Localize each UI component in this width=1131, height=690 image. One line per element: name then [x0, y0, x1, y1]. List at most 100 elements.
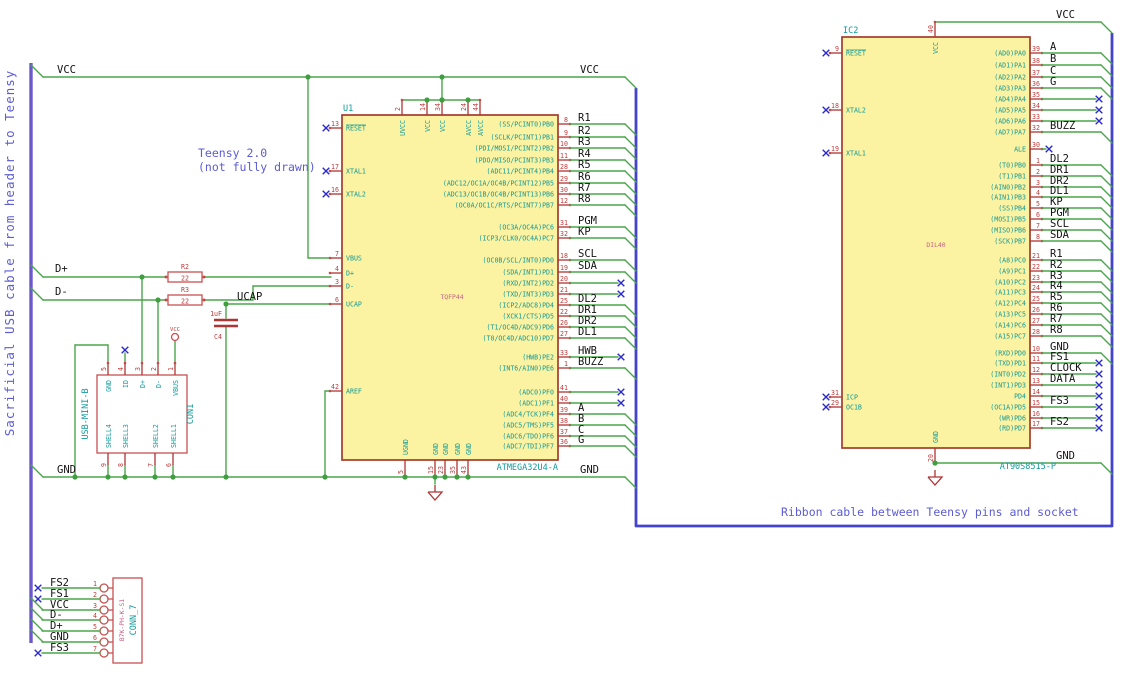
net-label-A[interactable]: A — [1050, 41, 1057, 53]
net-label-R3[interactable]: R3 — [578, 136, 591, 148]
bus-entry[interactable] — [1100, 164, 1113, 177]
net-label-R5[interactable]: R5 — [578, 159, 591, 171]
bus-entry[interactable] — [624, 226, 637, 239]
bus-entry[interactable] — [1100, 64, 1113, 77]
wire[interactable] — [30, 64, 44, 78]
bus-entry[interactable] — [1100, 313, 1113, 326]
wire[interactable] — [1100, 21, 1113, 34]
net-label-SDA[interactable]: SDA — [1050, 229, 1070, 241]
bus-entry[interactable] — [624, 136, 637, 149]
teensy-note[interactable]: Teensy 2.0 — [198, 146, 267, 160]
bus-entry[interactable] — [624, 367, 637, 380]
net-label-VCC[interactable]: VCC — [57, 64, 76, 76]
net-label-KP[interactable]: KP — [578, 226, 591, 238]
bus-entry[interactable] — [1100, 229, 1113, 242]
conn7-ref[interactable]: CONN_7 — [129, 605, 139, 636]
net-label-UCAP[interactable]: UCAP — [237, 291, 262, 303]
net-label-VCC[interactable]: VCC — [1056, 9, 1075, 21]
wire[interactable] — [1100, 462, 1113, 475]
net-label-GND[interactable]: GND — [1056, 450, 1075, 462]
u1-value[interactable]: ATMEGA32U4-A — [497, 463, 558, 473]
net-label-FS3[interactable]: FS3 — [50, 642, 69, 654]
con1-value[interactable]: USB-MINI-B — [81, 388, 91, 439]
net-label-D-[interactable]: D- — [55, 286, 68, 298]
wire[interactable] — [30, 464, 44, 478]
bus-entry[interactable] — [30, 618, 44, 632]
net-label-G[interactable]: G — [578, 434, 584, 446]
u1-ref[interactable]: U1 — [343, 104, 353, 114]
bus-entry[interactable] — [1100, 281, 1113, 294]
bus-entry[interactable] — [1100, 218, 1113, 231]
bus-entry[interactable] — [1100, 131, 1113, 144]
net-label-BUZZ[interactable]: BUZZ — [578, 356, 603, 368]
bus-entry[interactable] — [1100, 175, 1113, 188]
u1-footprint[interactable]: TQFP44 — [440, 293, 463, 301]
bus-entry[interactable] — [1100, 76, 1113, 89]
bus-entry[interactable] — [624, 304, 637, 317]
wire[interactable] — [624, 76, 637, 89]
bus-entry[interactable] — [624, 204, 637, 217]
bus-entry[interactable] — [624, 271, 637, 284]
r2-value[interactable]: 22 — [181, 275, 189, 283]
wire[interactable] — [30, 264, 44, 278]
bus-entry[interactable] — [1100, 52, 1113, 65]
bus-entry[interactable] — [1100, 352, 1113, 365]
ribbon-note[interactable]: Ribbon cable between Teensy pins and soc… — [781, 505, 1079, 519]
bus-entry[interactable] — [624, 193, 637, 206]
ic2-value[interactable]: AT90S8515-P — [1000, 462, 1056, 472]
net-label-SCL[interactable]: SCL — [578, 248, 597, 260]
bus-entry[interactable] — [1100, 270, 1113, 283]
bus-entry[interactable] — [624, 337, 637, 350]
net-label-GND[interactable]: GND — [57, 464, 76, 476]
net-label-G[interactable]: G — [1050, 76, 1056, 88]
bus-entry[interactable] — [624, 147, 637, 160]
bus-entry[interactable] — [624, 326, 637, 339]
usb-cable-note[interactable]: Sacrificial USB cable from header to Tee… — [2, 70, 17, 437]
bus-entry[interactable] — [624, 170, 637, 183]
net-label-SDA[interactable]: SDA — [578, 260, 598, 272]
bus-entry[interactable] — [1100, 240, 1113, 253]
net-label-FS3[interactable]: FS3 — [1050, 395, 1069, 407]
r2-ref[interactable]: R2 — [181, 263, 189, 271]
bus-entry[interactable] — [30, 607, 44, 621]
bus-entry[interactable] — [1100, 259, 1113, 272]
bus-entry[interactable] — [1100, 196, 1113, 209]
bus-entry[interactable] — [624, 315, 637, 328]
c4-value[interactable]: 1uF — [210, 310, 222, 318]
net-label-D+[interactable]: D+ — [55, 263, 68, 275]
net-label-B[interactable]: B — [1050, 53, 1056, 65]
net-label-DATA[interactable]: DATA — [1050, 373, 1076, 385]
teensy-note[interactable]: (not fully drawn) — [198, 160, 316, 174]
c4-ref[interactable]: C4 — [214, 333, 222, 341]
net-label-GND[interactable]: GND — [580, 464, 599, 476]
bus-entry[interactable] — [624, 445, 637, 458]
ic2-footprint[interactable]: DIL40 — [926, 241, 945, 249]
bus-entry[interactable] — [1100, 87, 1113, 100]
bus-entry[interactable] — [1100, 324, 1113, 337]
bus-entry[interactable] — [30, 629, 44, 643]
net-label-FS2[interactable]: FS2 — [1050, 416, 1069, 428]
bus-entry[interactable] — [624, 259, 637, 272]
bus-entry[interactable] — [624, 159, 637, 172]
r3-ref[interactable]: R3 — [181, 286, 189, 294]
bus-entry[interactable] — [1100, 302, 1113, 315]
net-label-R8[interactable]: R8 — [578, 193, 591, 205]
net-label-BUZZ[interactable]: BUZZ — [1050, 120, 1075, 132]
net-label-R8[interactable]: R8 — [1050, 324, 1063, 336]
bus-entry[interactable] — [624, 424, 637, 437]
con1-ref[interactable]: CON1 — [186, 404, 196, 424]
bus-entry[interactable] — [1100, 207, 1113, 220]
bus-entry[interactable] — [624, 237, 637, 250]
conn7-footprint[interactable]: B7K-PH-K-S1 — [118, 599, 126, 641]
net-label-VCC[interactable]: VCC — [580, 64, 599, 76]
bus-entry[interactable] — [624, 182, 637, 195]
bus-entry[interactable] — [624, 413, 637, 426]
wire[interactable] — [30, 287, 44, 301]
wire[interactable] — [624, 476, 637, 489]
r3-value[interactable]: 22 — [181, 298, 189, 306]
bus-entry[interactable] — [624, 123, 637, 136]
net-label-R1[interactable]: R1 — [578, 112, 591, 124]
bus-entry[interactable] — [624, 435, 637, 448]
net-label-DL1[interactable]: DL1 — [578, 326, 597, 338]
bus-entry[interactable] — [1100, 186, 1113, 199]
